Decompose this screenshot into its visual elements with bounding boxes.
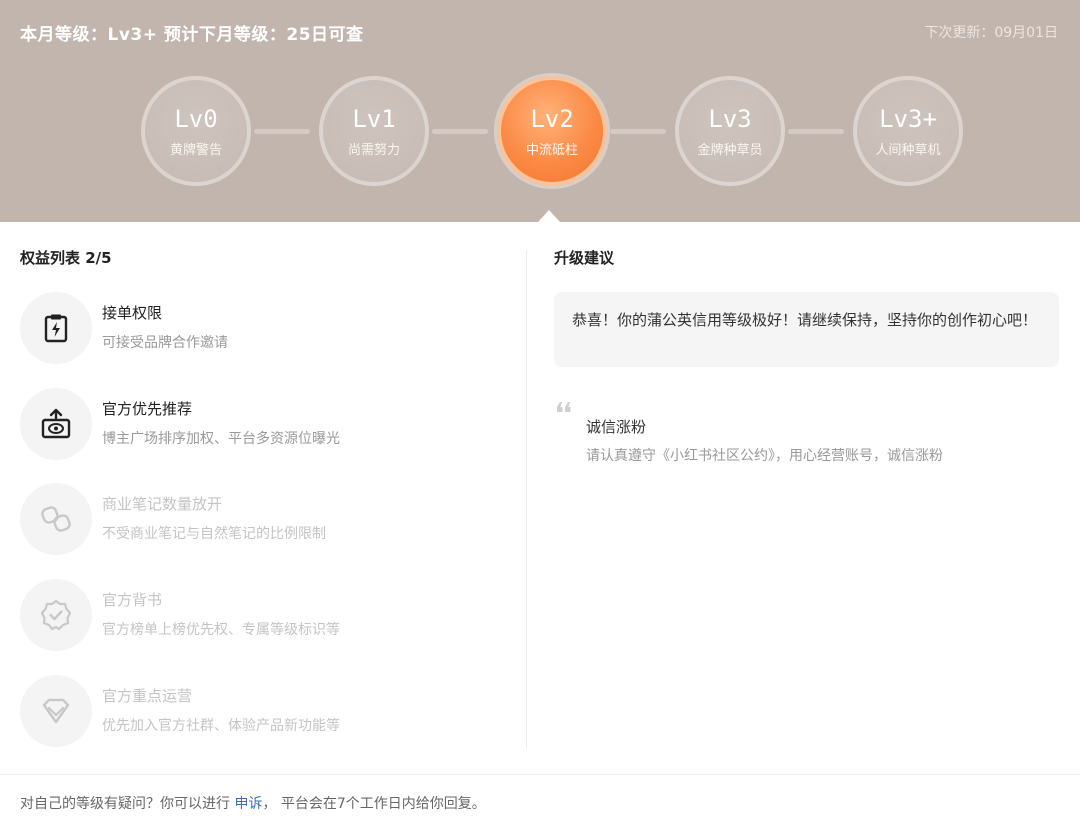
recommend-eye-icon <box>20 388 92 460</box>
level-subtitle: 金牌种草员 <box>697 142 763 158</box>
benefit-title: 商业笔记数量放开 <box>102 495 223 513</box>
benefit-description: 博主广场排序加权、平台多资源位曝光 <box>102 431 340 447</box>
level-circle-lv3[interactable]: Lv3 金牌种草员 <box>675 76 785 186</box>
benefit-item: 官方优先推荐 博主广场排序加权、平台多资源位曝光 <box>20 388 510 462</box>
level-connector <box>254 129 310 134</box>
footer-divider <box>0 774 1080 775</box>
benefit-item: 官方重点运营 优先加入官方社群、体验产品新功能等 <box>20 675 510 749</box>
upgrade-suggestion-title: 升级建议 <box>554 249 615 267</box>
suggestion-message: 恭喜！你的蒲公英信用等级极好！请继续保持，坚持你的创作初心吧！ <box>572 311 1038 329</box>
diamond-icon <box>20 675 92 747</box>
benefit-title: 官方重点运营 <box>102 687 193 705</box>
level-track: Lv0 黄牌警告 Lv1 尚需努力 Lv2 中流砥柱 Lv3 金牌种草员 Lv3… <box>0 0 1080 222</box>
level-subtitle: 人间种草机 <box>875 142 941 158</box>
level-name: Lv3 <box>708 104 752 133</box>
column-divider <box>526 250 527 748</box>
level-subtitle: 尚需努力 <box>347 142 400 158</box>
level-name: Lv1 <box>352 104 396 133</box>
benefit-description: 官方榜单上榜优先权、专属等级标识等 <box>102 622 340 638</box>
benefit-description: 优先加入官方社群、体验产品新功能等 <box>102 718 340 734</box>
footer-prefix: 对自己的等级有疑问？你可以进行 <box>20 796 230 812</box>
appeal-link[interactable]: 申诉 <box>234 796 262 812</box>
level-connector <box>432 129 488 134</box>
benefits-title: 权益列表 2/5 <box>20 249 112 267</box>
benefit-title: 接单权限 <box>102 304 163 322</box>
link-chain-icon <box>20 483 92 555</box>
level-circle-lv2[interactable]: Lv2 中流砥柱 <box>497 76 607 186</box>
level-name: Lv3+ <box>879 104 937 133</box>
benefit-title: 官方背书 <box>102 591 163 609</box>
suggestion-message-box: 恭喜！你的蒲公英信用等级极好！请继续保持，坚持你的创作初心吧！ <box>554 292 1059 367</box>
benefit-item: 官方背书 官方榜单上榜优先权、专属等级标识等 <box>20 579 510 653</box>
benefit-item: 接单权限 可接受品牌合作邀请 <box>20 292 510 366</box>
level-name: Lv2 <box>530 104 574 133</box>
benefit-description: 不受商业笔记与自然笔记的比例限制 <box>102 526 326 542</box>
benefit-title: 官方优先推荐 <box>102 400 193 418</box>
benefit-item: 商业笔记数量放开 不受商业笔记与自然笔记的比例限制 <box>20 483 510 557</box>
level-name: Lv0 <box>174 104 218 133</box>
footer-notice: 对自己的等级有疑问？你可以进行 申诉， 平台会在7个工作日内给你回复。 <box>20 793 486 813</box>
quote-icon <box>556 398 572 417</box>
level-connector <box>610 129 666 134</box>
badge-check-icon <box>20 579 92 651</box>
order-permission-icon <box>20 292 92 364</box>
tip-description: 请认真遵守《小红书社区公约》，用心经营账号，诚信涨粉 <box>586 448 943 464</box>
footer-suffix: ， 平台会在7个工作日内给你回复。 <box>262 796 486 812</box>
level-circle-lv3plus[interactable]: Lv3+ 人间种草机 <box>853 76 963 186</box>
level-connector <box>788 129 844 134</box>
selected-level-pointer <box>538 210 560 222</box>
level-subtitle: 黄牌警告 <box>169 142 222 158</box>
level-subtitle: 中流砥柱 <box>525 142 578 158</box>
level-header: 本月等级：Lv3+ 预计下月等级：25日可查 下次更新：09月01日 Lv0 黄… <box>0 0 1080 222</box>
level-circle-lv0[interactable]: Lv0 黄牌警告 <box>141 76 251 186</box>
level-circle-lv1[interactable]: Lv1 尚需努力 <box>319 76 429 186</box>
benefit-description: 可接受品牌合作邀请 <box>102 335 228 351</box>
tip-title: 诚信涨粉 <box>586 418 647 436</box>
